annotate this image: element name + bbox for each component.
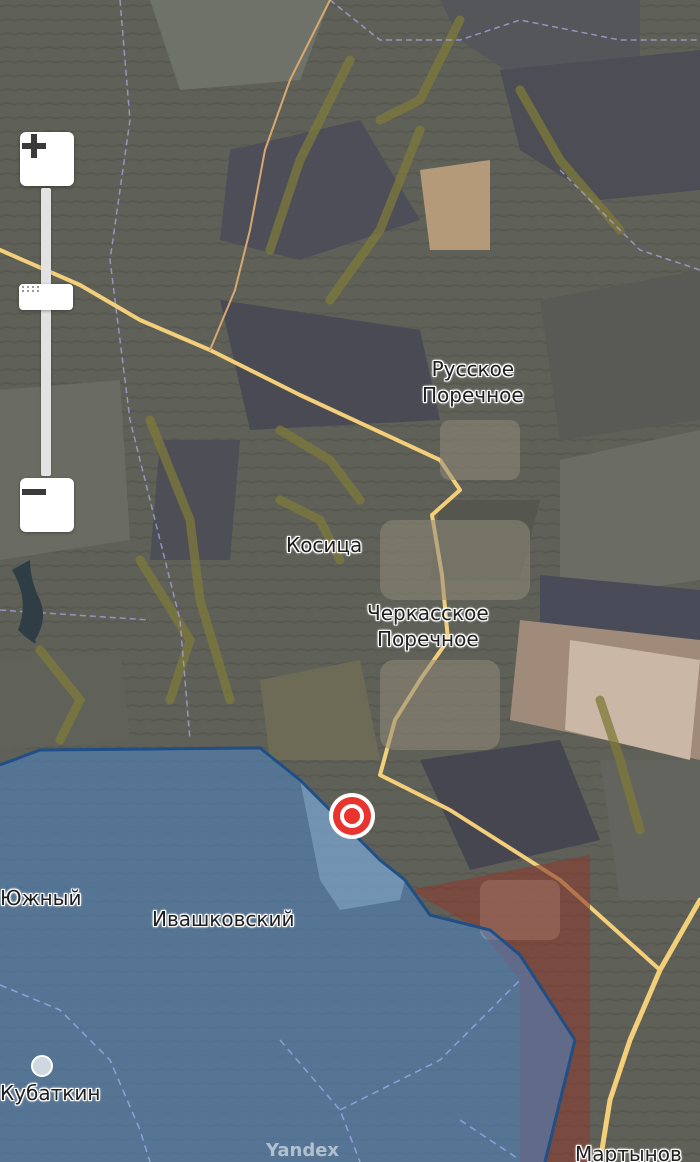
location-marker[interactable] — [327, 791, 377, 841]
landmark-dot — [31, 1055, 53, 1077]
grip-icon — [22, 286, 39, 292]
satellite-map[interactable]: Русское Поречное Косица Черкасское Пореч… — [0, 0, 700, 1162]
place-label-russkoe-porechnoe[interactable]: Русское Поречное — [422, 356, 524, 408]
place-label-cherkasskoe-porechnoe[interactable]: Черкасское Поречное — [367, 600, 489, 652]
place-label-yuzhny[interactable]: Южный — [0, 885, 81, 911]
place-label-martynovka[interactable]: Мартынов — [575, 1141, 682, 1162]
minus-icon — [22, 489, 46, 495]
zoom-slider-track[interactable] — [41, 188, 51, 476]
place-label-kubatkin[interactable]: Кубаткин — [0, 1080, 100, 1106]
map-watermark: Yandex — [266, 1140, 340, 1161]
zoom-out-button[interactable] — [20, 478, 74, 532]
zoom-in-button[interactable] — [20, 132, 74, 186]
plus-icon — [22, 134, 46, 158]
map-layer[interactable] — [0, 0, 700, 1162]
place-label-kositsa[interactable]: Косица — [286, 532, 362, 558]
target-icon — [329, 793, 375, 839]
zoom-slider-handle[interactable] — [19, 284, 73, 310]
place-label-ivashkovsky[interactable]: Ивашковский — [152, 906, 294, 932]
